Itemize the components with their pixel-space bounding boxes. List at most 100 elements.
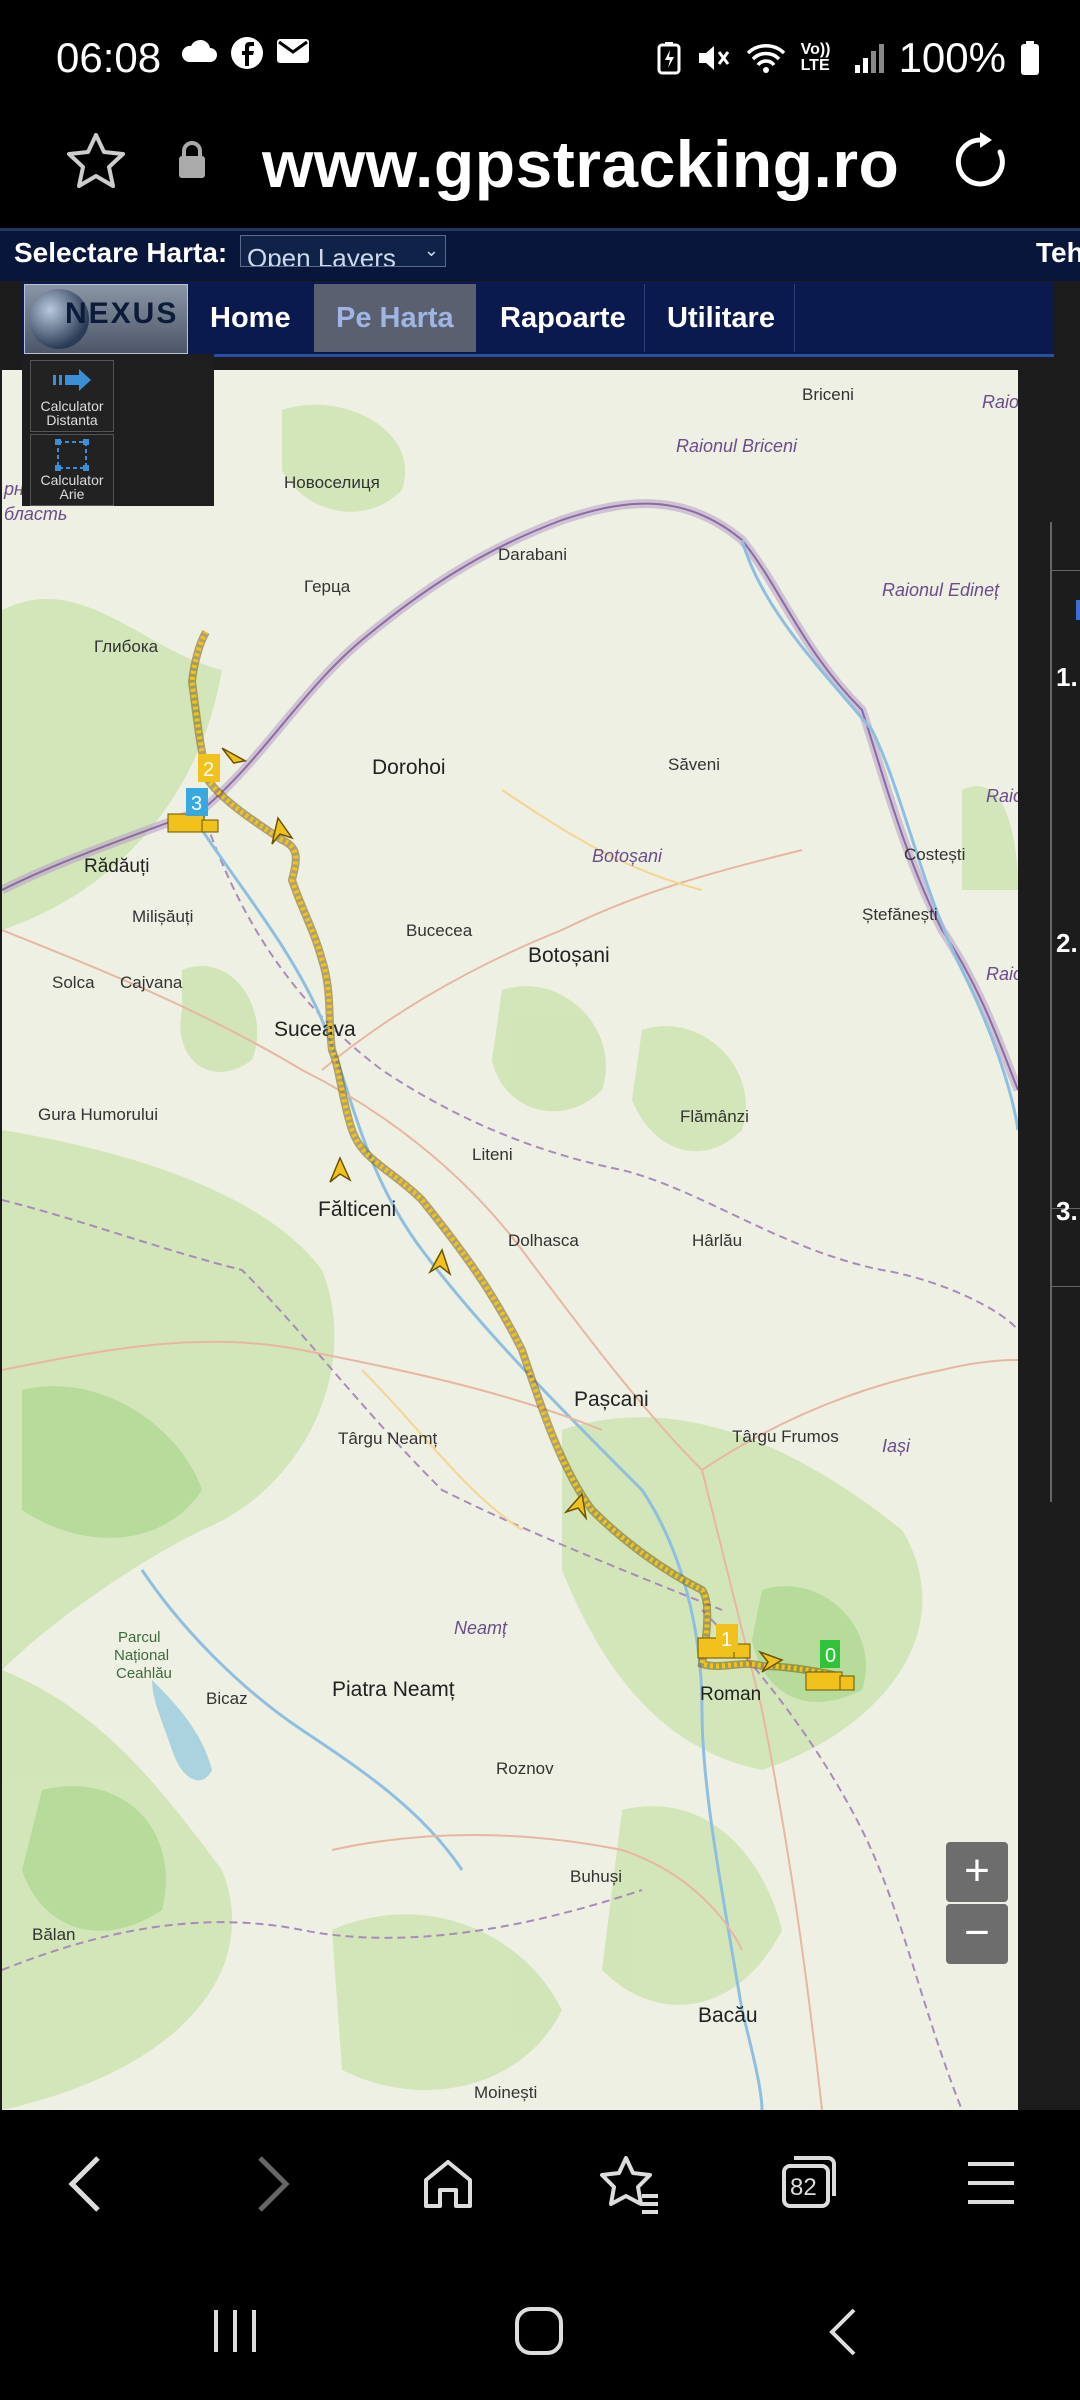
map-label: Roznov <box>496 1759 554 1778</box>
mail-icon <box>277 39 309 63</box>
tab-count: 82 <box>790 2174 817 2201</box>
map-label: Național <box>114 1647 169 1664</box>
menu-icon[interactable] <box>966 2160 1016 2206</box>
ruler-arrow-icon <box>53 369 91 391</box>
volte-indicator: Vo)) LTE <box>800 41 831 74</box>
battery-percent: 100% <box>898 34 1006 81</box>
map-tools-panel: Calculator Distanta Calculator Arie <box>22 354 214 506</box>
mute-icon <box>698 46 729 70</box>
map-label: Parcul <box>118 1629 161 1646</box>
list-item-number: 2. <box>1056 928 1078 958</box>
reload-icon[interactable] <box>950 130 1014 194</box>
zoom-in-button[interactable]: + <box>946 1842 1008 1902</box>
map-label: Fălticeni <box>318 1198 396 1221</box>
map-label: Moinești <box>474 2083 537 2102</box>
list-item-number: 1. <box>1056 662 1078 692</box>
marker-label: 2 <box>203 759 214 781</box>
marker-0[interactable]: 0 <box>820 1640 840 1668</box>
tool-label: Calculator Distanta <box>40 398 104 428</box>
marker-label: 3 <box>191 793 202 815</box>
zoom-out-button[interactable]: − <box>946 1904 1008 1964</box>
facebook-icon <box>231 37 263 69</box>
bookmark-star-icon[interactable] <box>64 130 128 194</box>
map-label: Bacău <box>698 2004 758 2027</box>
map-label: Bicaz <box>206 1689 248 1708</box>
nexus-logo[interactable]: NEXUS <box>24 284 188 354</box>
map-select-label: Selectare Harta: <box>14 237 228 268</box>
calculator-distanta-button[interactable]: Calculator Distanta <box>30 360 114 432</box>
calculator-arie-button[interactable]: Calculator Arie <box>30 434 114 506</box>
chevron-down-icon: ⌄ <box>423 240 439 260</box>
map-label: Flămânzi <box>680 1107 749 1126</box>
map-label: Târgu Neamț <box>338 1429 437 1448</box>
forward-icon[interactable] <box>252 2154 292 2214</box>
map-label: Liteni <box>472 1145 513 1164</box>
map-label: Raio <box>982 392 1018 412</box>
map-select-value: Open Layers <box>247 243 396 267</box>
map-label: Pașcani <box>574 1388 649 1411</box>
back-icon[interactable] <box>66 2154 106 2214</box>
map-label: Hârlău <box>692 1231 742 1250</box>
marker-label: 0 <box>825 1645 836 1667</box>
map-canvas[interactable]: Briceni Raio Raionul Briceni Новоселиця … <box>2 370 1018 2110</box>
map-label: Neamț <box>454 1618 508 1638</box>
map-label: Botoșani <box>528 944 610 967</box>
home-icon[interactable] <box>420 2156 476 2212</box>
map-label: Глибока <box>94 637 159 656</box>
truncated-header-text: Teh <box>1036 237 1080 268</box>
checkbox-icon[interactable] <box>1076 600 1080 620</box>
tabs-button[interactable]: 82 <box>780 2154 838 2210</box>
map-label: Gura Humorului <box>38 1105 158 1124</box>
url-text[interactable]: www.gpstracking.ro <box>262 126 899 202</box>
system-back-icon[interactable] <box>824 2306 860 2358</box>
map-label: Milișăuți <box>132 907 193 926</box>
signal-icon <box>854 44 884 73</box>
map-label: Suceava <box>274 1018 356 1041</box>
main-nav: NEXUS Home Pe Harta Rapoarte Utilitare <box>22 282 1054 357</box>
map-label: Новоселиця <box>284 473 380 492</box>
map-label: Iași <box>882 1436 911 1456</box>
map-select-bar: Selectare Harta: Open Layers ⌄ Teh <box>0 228 1080 281</box>
web-content: Selectare Harta: Open Layers ⌄ Teh NEXUS… <box>0 228 1080 2110</box>
map-label: Bucecea <box>406 921 473 940</box>
panel-divider <box>1052 570 1080 571</box>
map-label: Săveni <box>668 755 720 774</box>
map-label: Solca <box>52 973 95 992</box>
recent-apps-icon[interactable] <box>210 2308 260 2354</box>
marker-1[interactable]: 1 <box>716 1624 738 1652</box>
map-label: Darabani <box>498 545 567 564</box>
tab-rapoarte[interactable]: Rapoarte <box>478 284 648 352</box>
status-bar: 06:08 Vo)) LTE 100% <box>0 0 1080 118</box>
bookmarks-icon[interactable] <box>598 2154 662 2214</box>
map-label: Piatra Neamț <box>332 1678 455 1701</box>
map-label: Raio <box>986 786 1018 806</box>
map-label: Costești <box>904 845 965 864</box>
map-label: бласть <box>4 504 67 524</box>
map-view[interactable]: Briceni Raio Raionul Briceni Новоселиця … <box>2 370 1018 2110</box>
map-label: Raionul Edineț <box>882 580 1000 600</box>
map-select-dropdown[interactable]: Open Layers ⌄ <box>240 235 446 267</box>
clock: 06:08 <box>56 34 162 81</box>
address-bar: www.gpstracking.ro <box>0 118 1080 228</box>
map-label: Briceni <box>802 385 854 404</box>
map-label: Buhuși <box>570 1867 622 1886</box>
tool-label: Calculator Arie <box>40 472 104 502</box>
map-label: Dolhasca <box>508 1231 579 1250</box>
browser-toolbar: 82 <box>0 2110 1080 2260</box>
tab-home[interactable]: Home <box>188 284 313 352</box>
map-label: Ceahlău <box>116 1665 172 1682</box>
marker-3[interactable]: 3 <box>186 788 208 816</box>
tab-pe-harta[interactable]: Pe Harta <box>314 284 476 352</box>
map-label: Bălan <box>32 1925 75 1944</box>
marker-2[interactable]: 2 <box>198 754 220 782</box>
lock-icon[interactable] <box>176 140 208 180</box>
home-button-icon[interactable] <box>514 2306 564 2356</box>
wifi-icon <box>746 44 785 73</box>
map-label: Roman <box>700 1684 761 1705</box>
cloud-icon <box>181 39 217 62</box>
panel-divider <box>1052 1286 1080 1287</box>
list-item-number: 3. <box>1056 1196 1078 1226</box>
tab-utilitare[interactable]: Utilitare <box>644 284 797 352</box>
area-square-icon <box>55 439 89 471</box>
map-label: Raionul Briceni <box>676 436 798 456</box>
